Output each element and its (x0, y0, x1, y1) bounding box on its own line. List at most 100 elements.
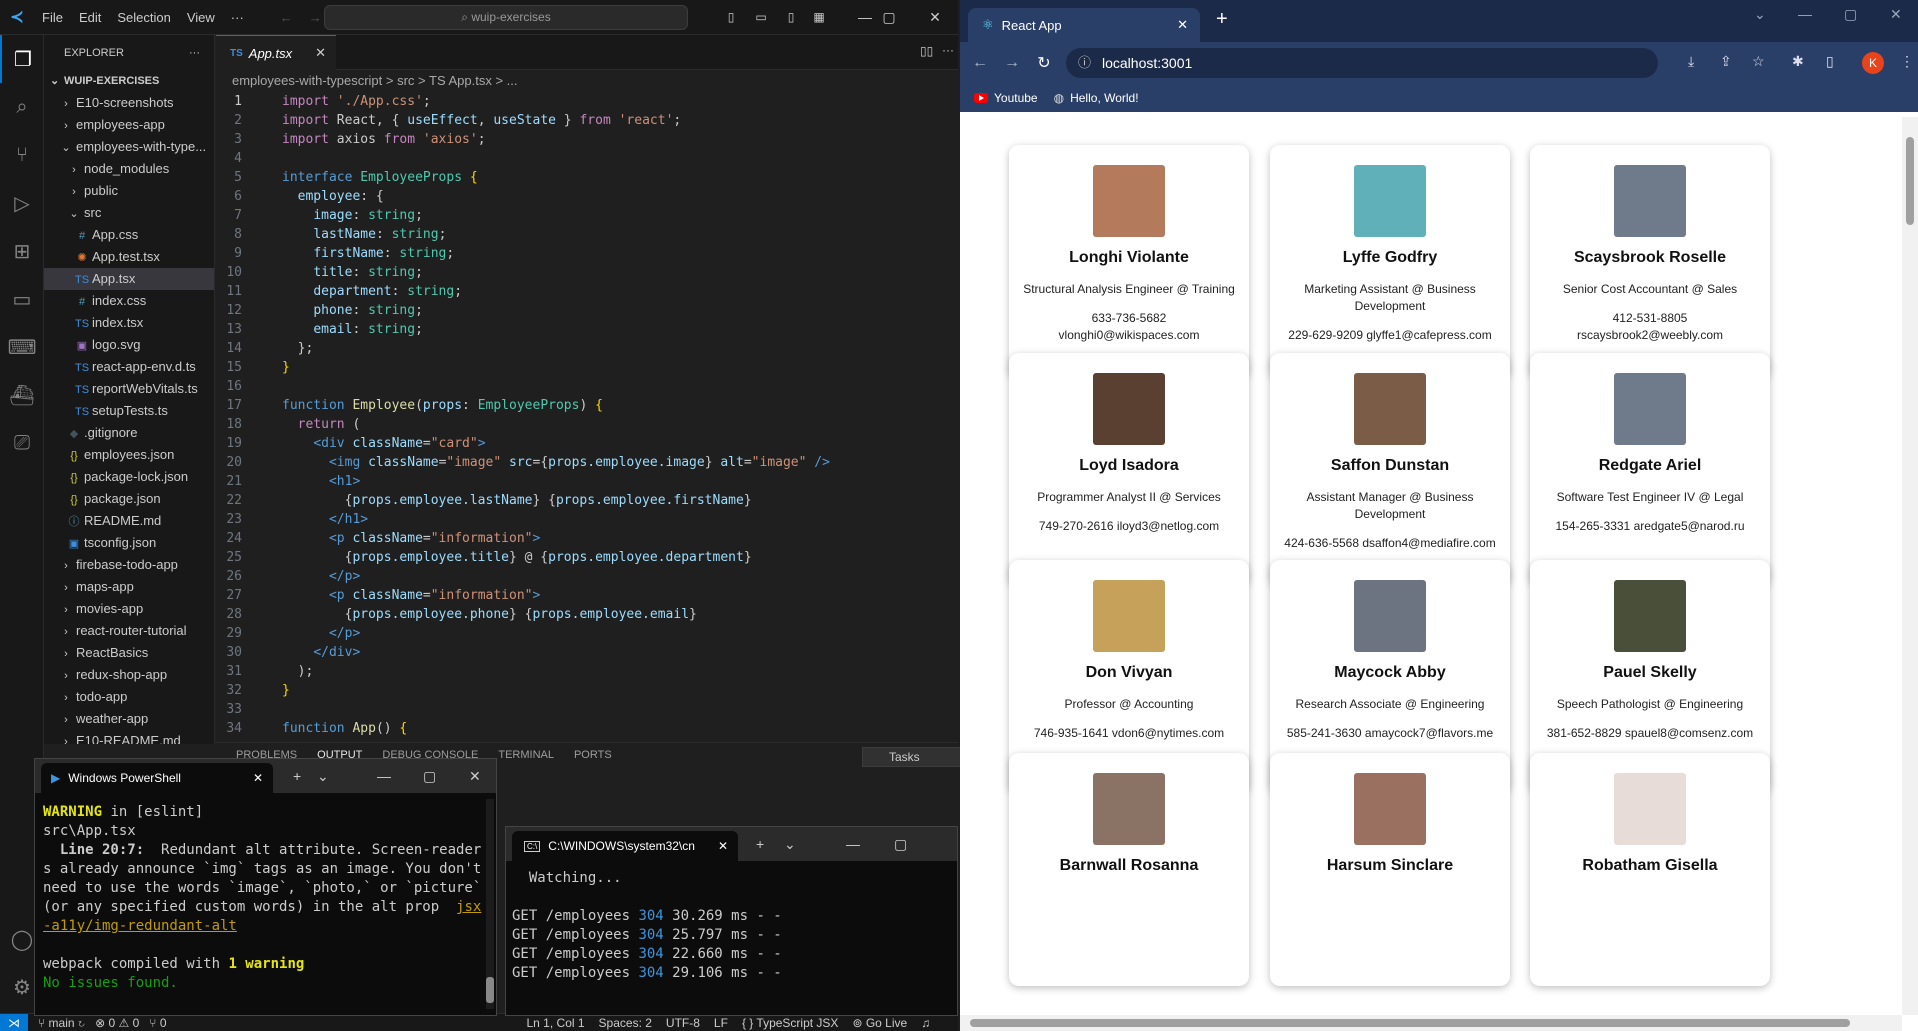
menu-selection[interactable]: Selection (109, 10, 178, 25)
close-tab-icon[interactable]: ✕ (315, 45, 326, 61)
code-line[interactable]: 4 (216, 149, 958, 168)
code-line[interactable]: 22 {props.employee.lastName} {props.empl… (216, 491, 958, 510)
maximize-icon[interactable]: ▢ (866, 0, 912, 35)
language-mode[interactable]: { } TypeScript JSX (742, 1016, 839, 1030)
tab-dropdown-icon[interactable]: ⌄ (784, 827, 796, 861)
back-icon[interactable]: ← (964, 54, 996, 72)
profile-avatar[interactable]: K (1862, 52, 1884, 74)
address-bar[interactable]: ⓘ localhost:3001 (1066, 48, 1658, 78)
install-app-icon[interactable]: ⤓ (1688, 53, 1694, 70)
minimize-icon[interactable]: — (377, 759, 391, 793)
tree-item[interactable]: ▣ tsconfig.json (44, 532, 214, 554)
tree-item[interactable]: › node_modules (44, 158, 214, 180)
breadcrumb[interactable]: employees-with-typescript > src > TS App… (216, 70, 958, 92)
code-line[interactable]: 26 </p> (216, 567, 958, 586)
close-tab-icon[interactable]: ✕ (1177, 17, 1188, 33)
close-tab-icon[interactable]: ✕ (253, 771, 263, 785)
editor-more-icon[interactable]: ··· (942, 43, 954, 57)
tree-item[interactable]: TS App.tsx (44, 268, 214, 290)
code-line[interactable]: 16 (216, 377, 958, 396)
live-share-icon[interactable]: ⎚ (0, 419, 44, 467)
code-line[interactable]: 34 function App() { (216, 719, 958, 738)
tree-item[interactable]: › ReactBasics (44, 642, 214, 664)
menu-view[interactable]: View (179, 10, 223, 25)
code-line[interactable]: 18 return ( (216, 415, 958, 434)
cmd-output[interactable]: Watching... GET /employees 304 30.269 ms… (506, 861, 957, 991)
encoding[interactable]: UTF-8 (666, 1016, 700, 1030)
tab-dropdown-icon[interactable]: ⌄ (317, 759, 329, 793)
indentation[interactable]: Spaces: 2 (599, 1016, 652, 1030)
code-line[interactable]: 1 import './App.css'; (216, 92, 958, 111)
powershell-output[interactable]: WARNING in [eslint] src\App.tsx Line 20:7… (35, 793, 496, 1003)
remote-explorer-icon[interactable]: ▭ (0, 275, 44, 323)
code-line[interactable]: 24 <p className="information"> (216, 529, 958, 548)
tree-item[interactable]: › employees-app (44, 114, 214, 136)
close-icon[interactable]: ✕ (1890, 6, 1902, 23)
reload-icon[interactable]: ↻ (1028, 53, 1060, 73)
source-control-icon[interactable]: ⑂ (0, 131, 44, 179)
cursor-position[interactable]: Ln 1, Col 1 (527, 1016, 585, 1030)
bookmark-star-icon[interactable]: ☆ (1752, 53, 1765, 70)
tree-item[interactable]: › public (44, 180, 214, 202)
branch-indicator[interactable]: ⑂ main ↻ (38, 1016, 85, 1030)
cmd-tab[interactable]: C:\ C:\WINDOWS\system32\cn ✕ (512, 831, 738, 861)
remote-indicator-icon[interactable]: ⋊ (0, 1013, 28, 1031)
tree-item[interactable]: › E10-screenshots (44, 92, 214, 114)
tree-item[interactable]: TS index.tsx (44, 312, 214, 334)
tree-item[interactable]: {} package-lock.json (44, 466, 214, 488)
new-tab-icon[interactable]: + (293, 759, 301, 793)
problems-indicator[interactable]: ⊗ 0 ⚠ 0 (95, 1016, 139, 1030)
code-line[interactable]: 9 firstName: string; (216, 244, 958, 263)
menu-icon[interactable]: ⋮ (1900, 53, 1914, 70)
tree-item[interactable]: # App.css (44, 224, 214, 246)
tab-terminal[interactable]: TERMINAL (498, 749, 554, 761)
code-line[interactable]: 27 <p className="information"> (216, 586, 958, 605)
tree-item[interactable]: ⌄ employees-with-type... (44, 136, 214, 158)
tab-react-app[interactable]: ⚛ React App ✕ (968, 8, 1200, 42)
code-line[interactable]: 25 {props.employee.title} @ {props.emplo… (216, 548, 958, 567)
maximize-icon[interactable]: ▢ (423, 759, 436, 793)
tree-item[interactable]: TS setupTests.ts (44, 400, 214, 422)
code-line[interactable]: 13 email: string; (216, 320, 958, 339)
extensions-icon[interactable]: ⊞ (0, 227, 44, 275)
new-tab-icon[interactable]: + (1216, 8, 1228, 31)
minimize-icon[interactable]: — (1798, 6, 1812, 22)
tree-item[interactable]: TS reportWebVitals.ts (44, 378, 214, 400)
workspace-root[interactable]: ⌄ WUIP-EXERCISES (44, 70, 214, 92)
toggle-secondary-sidebar-icon[interactable]: ▯ (776, 0, 806, 35)
close-icon[interactable]: ✕ (912, 0, 958, 35)
tree-item[interactable]: › react-router-tutorial (44, 620, 214, 642)
maximize-icon[interactable]: ▢ (1844, 6, 1857, 23)
code-view[interactable]: 1 import './App.css'; 2 import React, { use… (216, 92, 958, 738)
code-line[interactable]: 28 {props.employee.phone} {props.employe… (216, 605, 958, 624)
close-icon[interactable]: ✕ (469, 759, 481, 793)
docker-icon[interactable]: ⛴ (0, 371, 44, 419)
code-line[interactable]: 12 phone: string; (216, 301, 958, 320)
scrollbar-thumb[interactable] (970, 1019, 1850, 1027)
code-line[interactable]: 31 ); (216, 662, 958, 681)
code-line[interactable]: 14 }; (216, 339, 958, 358)
code-line[interactable]: 6 employee: { (216, 187, 958, 206)
side-panel-icon[interactable]: ▯ (1826, 53, 1834, 70)
site-info-icon[interactable]: ⓘ (1078, 48, 1091, 78)
forward-icon[interactable]: → (996, 54, 1028, 72)
code-line[interactable]: 32} (216, 681, 958, 700)
tree-item[interactable]: › redux-shop-app (44, 664, 214, 686)
scrollbar-thumb[interactable] (1906, 137, 1914, 225)
tree-item[interactable]: › firebase-todo-app (44, 554, 214, 576)
tree-item[interactable]: ▣ logo.svg (44, 334, 214, 356)
code-line[interactable]: 23 </h1> (216, 510, 958, 529)
tree-item[interactable]: ◆ .gitignore (44, 422, 214, 444)
search-icon[interactable]: ⌕ (0, 83, 44, 131)
code-line[interactable]: 11 department: string; (216, 282, 958, 301)
share-icon[interactable]: ⇪ (1720, 53, 1732, 70)
code-line[interactable]: 17 function Employee(props: EmployeeProps… (216, 396, 958, 415)
scrollbar-thumb[interactable] (486, 977, 494, 1003)
code-line[interactable]: 2 import React, { useEffect, useState } f… (216, 111, 958, 130)
tab-app-tsx[interactable]: TS App.tsx ✕ (216, 35, 336, 70)
tree-item[interactable]: # index.css (44, 290, 214, 312)
code-line[interactable]: 29 </p> (216, 624, 958, 643)
toggle-panel-icon[interactable]: ▭ (746, 0, 776, 35)
tree-item[interactable]: TS react-app-env.d.ts (44, 356, 214, 378)
explorer-icon[interactable]: ❐ (0, 35, 44, 83)
